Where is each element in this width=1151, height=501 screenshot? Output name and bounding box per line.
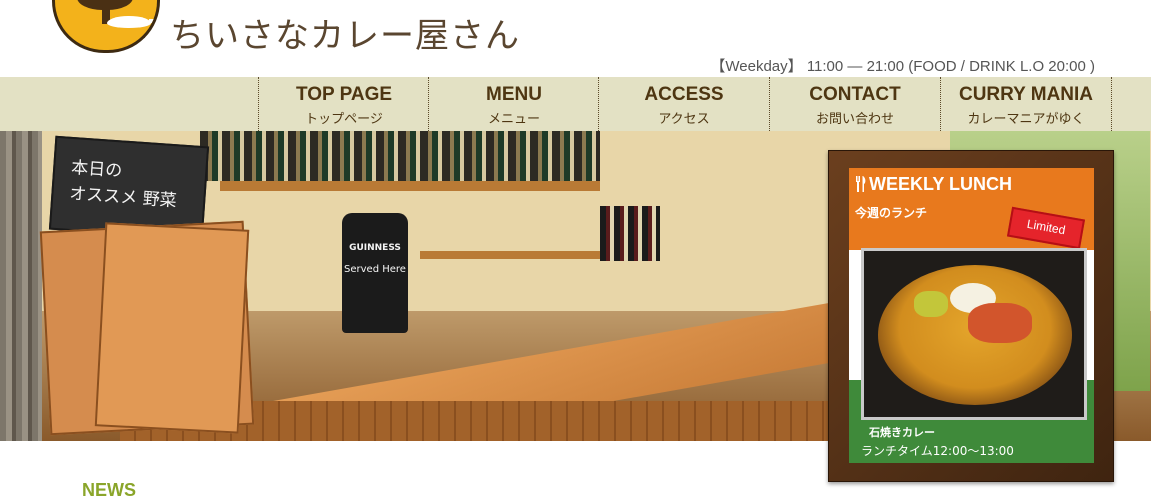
spoon-icon [107,16,151,28]
nav-label-en: CONTACT [809,84,901,105]
site-header: ちいさなカレー屋さん 【Weekday】 11:00 ― 21:00 (FOOD… [0,0,1151,77]
nav-label-en: TOP PAGE [295,84,393,105]
tree-trunk [0,131,42,441]
weekly-lunch-panel[interactable]: WEEKLY LUNCH 今週のランチ Limited 石焼きカレー ランチタイ… [828,150,1114,482]
news-heading: NEWS [82,480,136,500]
wooden-menu-board [94,222,250,434]
nav-item-access[interactable]: ACCESS アクセス [598,77,769,131]
nav-item-contact[interactable]: CONTACT お問い合わせ [769,77,940,131]
lunch-subtitle: 今週のランチ [855,206,928,220]
business-hours: 【Weekday】 11:00 ― 21:00 (FOOD / DRINK L.… [710,58,1095,75]
dish-name: 石焼きカレー [869,426,935,439]
lunch-title: WEEKLY LUNCH [855,174,1012,195]
nav-label-ja: アクセス [658,112,710,127]
nav-label-en: MENU [486,84,542,105]
nav-label-ja: メニュー [487,112,540,127]
bottle-shelf [200,131,600,181]
chalkboard-line: オススメ 野菜 [68,183,178,212]
guinness-label: GUINNESS [349,243,401,253]
nav-label-ja: カレーマニアがゆく [967,112,1085,127]
guinness-sub: Served Here [344,264,406,275]
main-nav: TOP PAGE トップページ MENU メニュー ACCESS アクセス CO… [0,77,1151,131]
shelf-plank-lower [420,251,600,259]
lunch-header: WEEKLY LUNCH 今週のランチ Limited [849,168,1094,250]
guinness-sign: GUINNESS Served Here [342,213,408,333]
nav-item-top-page[interactable]: TOP PAGE トップページ [258,77,429,131]
limited-badge: Limited [1006,206,1086,250]
nav-item-menu[interactable]: MENU メニュー [428,77,599,131]
curry-photo [861,248,1087,420]
vegetable-topping [914,291,948,317]
nav-item-curry-mania[interactable]: CURRY MANIA カレーマニアがゆく [940,77,1112,131]
site-title[interactable]: ちいさなカレー屋さん [170,8,520,57]
nav-label-en: CURRY MANIA [958,84,1094,105]
shelf-plank [220,181,600,191]
weekly-lunch-card: WEEKLY LUNCH 今週のランチ Limited 石焼きカレー ランチタイ… [849,168,1094,463]
lunch-time: ランチタイム12:00〜13:00 [861,444,1014,458]
chalkboard-text: 本日の オススメ 野菜 [69,155,180,214]
spoon-handle [149,19,157,23]
nav-label-en: ACCESS [644,84,724,105]
tomato-topping [968,303,1032,343]
lunch-title-text: WEEKLY LUNCH [869,174,1013,194]
logo-icon[interactable] [52,0,160,53]
chalkboard-line: 本日の [70,157,123,182]
wine-bottles [600,206,660,261]
nav-label-ja: トップページ [305,112,383,127]
fork-knife-icon [856,176,866,192]
nav-label-ja: お問い合わせ [815,112,894,127]
